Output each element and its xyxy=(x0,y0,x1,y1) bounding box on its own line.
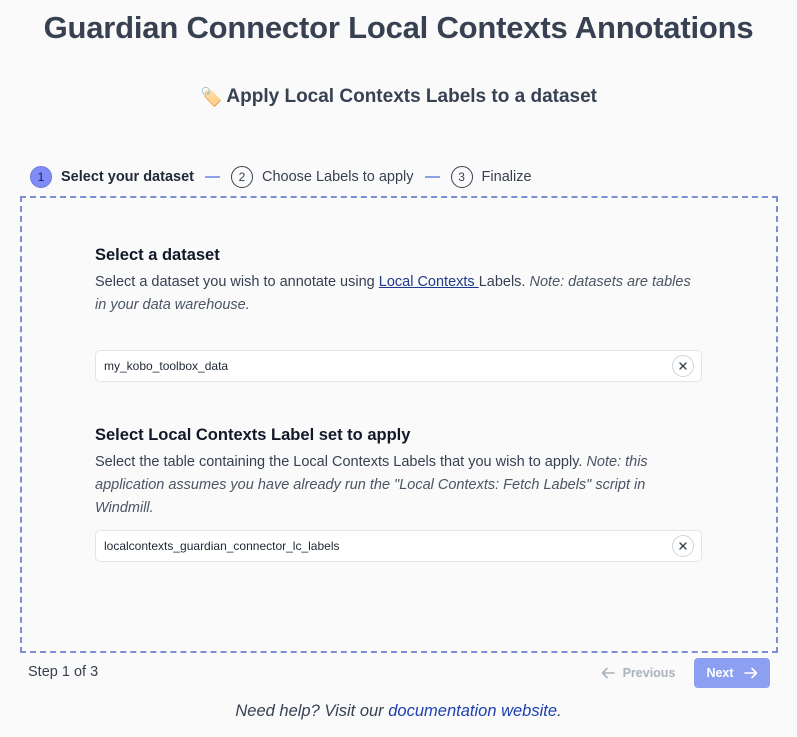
step-separator xyxy=(204,176,220,178)
close-icon xyxy=(679,542,687,550)
labelset-clear-button[interactable] xyxy=(672,535,694,557)
dataset-section-description: Select a dataset you wish to annotate us… xyxy=(95,271,695,317)
step-number: 1 xyxy=(30,166,52,188)
step-label: Finalize xyxy=(481,169,532,185)
help-text: Need help? Visit our documentation websi… xyxy=(0,702,797,721)
close-icon xyxy=(679,362,687,370)
step-label: Choose Labels to apply xyxy=(261,169,414,185)
documentation-link[interactable]: documentation website xyxy=(388,702,557,720)
local-contexts-link[interactable]: Local Contexts xyxy=(379,274,479,290)
step-counter: Step 1 of 3 xyxy=(28,664,99,680)
labelset-section-description: Select the table containing the Local Co… xyxy=(95,451,695,520)
page-subtitle: 🏷️ Apply Local Contexts Labels to a datas… xyxy=(0,86,797,108)
subtitle-text: Apply Local Contexts Labels to a dataset xyxy=(226,86,597,107)
labelset-select[interactable]: localcontexts_guardian_connector_lc_labe… xyxy=(95,530,702,562)
page-title: Guardian Connector Local Contexts Annota… xyxy=(43,10,754,45)
step-choose-labels[interactable]: 2 Choose Labels to apply xyxy=(230,166,414,188)
dataset-section-title: Select a dataset xyxy=(95,246,220,264)
step-separator xyxy=(424,176,440,178)
previous-button[interactable]: Previous xyxy=(597,658,679,688)
description-text: Select the table containing the Local Co… xyxy=(95,454,587,470)
stepper: 1 Select your dataset 2 Choose Labels to… xyxy=(30,164,532,190)
description-text: Labels. xyxy=(478,274,530,290)
step-label: Select your dataset xyxy=(61,169,194,185)
arrow-left-icon xyxy=(601,667,615,679)
dataset-select-value: my_kobo_toolbox_data xyxy=(104,359,229,373)
labelset-select-value: localcontexts_guardian_connector_lc_labe… xyxy=(104,539,340,553)
labelset-section-title: Select Local Contexts Label set to apply xyxy=(95,426,411,444)
step-number: 2 xyxy=(230,166,253,188)
next-label: Next xyxy=(706,666,734,680)
help-text-before: Need help? Visit our xyxy=(235,702,389,720)
previous-label: Previous xyxy=(622,666,676,680)
step-content-panel: Select a dataset Select a dataset you wi… xyxy=(20,196,778,653)
step-finalize[interactable]: 3 Finalize xyxy=(450,166,532,188)
description-text: Select a dataset you wish to annotate us… xyxy=(95,274,379,290)
dataset-select[interactable]: my_kobo_toolbox_data xyxy=(95,350,702,382)
dataset-clear-button[interactable] xyxy=(672,355,694,377)
step-select-dataset[interactable]: 1 Select your dataset xyxy=(30,166,194,188)
arrow-right-icon xyxy=(743,667,757,679)
tag-icon: 🏷️ xyxy=(199,87,223,107)
step-number: 3 xyxy=(450,166,473,188)
help-text-after: . xyxy=(557,702,562,720)
next-button[interactable]: Next xyxy=(694,658,770,688)
